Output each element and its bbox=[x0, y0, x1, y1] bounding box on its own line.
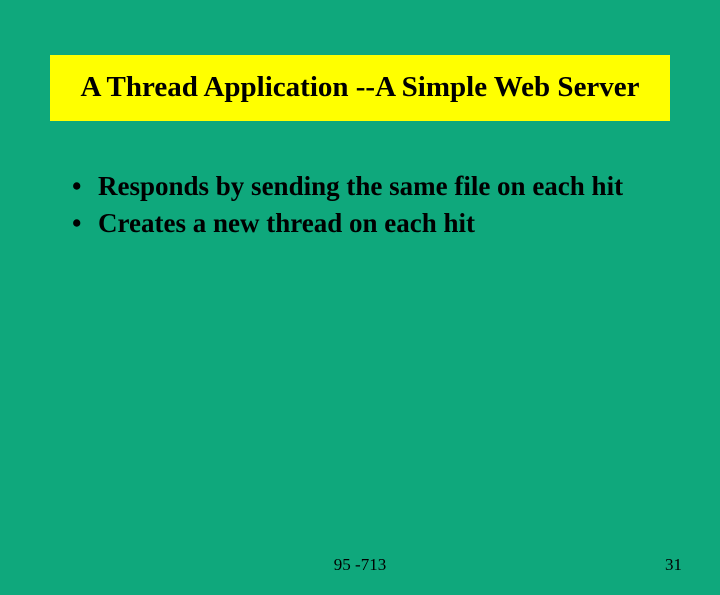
bullet-list: Responds by sending the same file on eac… bbox=[70, 169, 670, 240]
footer-page-number: 31 bbox=[665, 555, 682, 575]
title-box: A Thread Application --A Simple Web Serv… bbox=[50, 55, 670, 121]
slide-title: A Thread Application --A Simple Web Serv… bbox=[70, 69, 650, 105]
list-item: Creates a new thread on each hit bbox=[70, 206, 670, 241]
list-item: Responds by sending the same file on eac… bbox=[70, 169, 670, 204]
footer-center: 95 -713 bbox=[0, 555, 720, 575]
